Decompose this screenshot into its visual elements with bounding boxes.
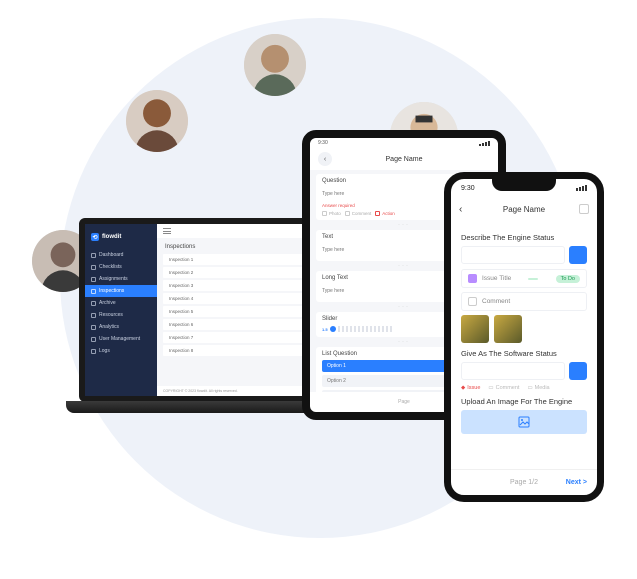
media-link[interactable]: ▭ Media bbox=[527, 385, 549, 391]
file-icon bbox=[91, 349, 96, 354]
sidebar-item-assignments[interactable]: Assignments bbox=[85, 273, 157, 285]
checkbox-icon[interactable] bbox=[345, 211, 350, 216]
page-title: Page Name bbox=[386, 156, 423, 163]
back-button[interactable]: ‹ bbox=[459, 204, 462, 215]
sidebar-item-archive[interactable]: Archive bbox=[85, 297, 157, 309]
sidebar-item-logs[interactable]: Logs bbox=[85, 345, 157, 357]
page-title: Page Name bbox=[503, 205, 545, 214]
signal-icon bbox=[479, 141, 490, 146]
clock-label: 9:30 bbox=[318, 140, 328, 146]
section-title: Upload An Image For The Engine bbox=[461, 397, 587, 406]
checkbox-icon[interactable] bbox=[322, 211, 327, 216]
status-badge bbox=[528, 278, 538, 280]
list-item[interactable]: Inspection 3 bbox=[163, 280, 321, 291]
section-title: Give As The Software Status bbox=[461, 349, 587, 358]
text-input[interactable] bbox=[322, 244, 450, 256]
logo-icon: ⟲ bbox=[91, 233, 99, 241]
phone-notch bbox=[492, 179, 556, 191]
list-item[interactable]: Inspection 1 bbox=[163, 254, 321, 265]
comment-row[interactable]: Comment bbox=[461, 292, 587, 311]
list-item[interactable]: Inspection 8 bbox=[163, 345, 321, 356]
list-item[interactable]: Inspection 2 bbox=[163, 267, 321, 278]
check-icon bbox=[91, 289, 96, 294]
brand-name: flowdit bbox=[102, 234, 121, 240]
phone-mockup: 9:30 ‹ Page Name Describe The Engine Sta… bbox=[444, 172, 604, 502]
meta-row: ◆ Issue ▭ Comment ▭ Media bbox=[461, 385, 587, 391]
comment-link[interactable]: ▭ Comment bbox=[488, 385, 519, 391]
sidebar: ⟲ flowdit Dashboard Checklists Assignmen… bbox=[85, 224, 157, 396]
clock-label: 9:30 bbox=[461, 185, 475, 192]
archive-icon bbox=[91, 301, 96, 306]
sidebar-item-checklists[interactable]: Checklists bbox=[85, 261, 157, 273]
action-button[interactable] bbox=[569, 362, 587, 380]
list-item[interactable]: Inspection 7 bbox=[163, 332, 321, 343]
folder-icon bbox=[91, 313, 96, 318]
page-header: ‹ Page Name bbox=[451, 197, 597, 221]
avatar bbox=[244, 34, 306, 96]
menu-icon[interactable] bbox=[163, 228, 171, 234]
avatar bbox=[126, 90, 188, 152]
thumbnail-row bbox=[461, 315, 587, 343]
status-badge: To Do bbox=[556, 275, 580, 283]
tag-icon bbox=[468, 274, 477, 283]
signal-icon bbox=[576, 185, 587, 191]
page-indicator: Page 1/2 bbox=[510, 479, 538, 486]
image-icon bbox=[518, 416, 530, 428]
issue-link[interactable]: ◆ Issue bbox=[461, 385, 480, 391]
chart-icon bbox=[91, 325, 96, 330]
action-button[interactable] bbox=[569, 246, 587, 264]
text-input[interactable] bbox=[461, 362, 565, 380]
sidebar-item-dashboard[interactable]: Dashboard bbox=[85, 249, 157, 261]
image-thumbnail[interactable] bbox=[494, 315, 522, 343]
app-logo: ⟲ flowdit bbox=[85, 230, 157, 249]
image-thumbnail[interactable] bbox=[461, 315, 489, 343]
grid-icon bbox=[91, 253, 96, 258]
checkbox-icon[interactable] bbox=[375, 211, 380, 216]
sidebar-item-user-management[interactable]: User Management bbox=[85, 333, 157, 345]
comment-icon bbox=[468, 297, 477, 306]
page-header: ‹ Page Name bbox=[310, 148, 498, 170]
upload-button[interactable] bbox=[461, 410, 587, 434]
sidebar-item-analytics[interactable]: Analytics bbox=[85, 321, 157, 333]
next-button[interactable]: Next > bbox=[566, 479, 587, 486]
status-bar: 9:30 bbox=[310, 138, 498, 148]
comment-label: Comment bbox=[482, 298, 510, 305]
list-item[interactable]: Inspection 5 bbox=[163, 306, 321, 317]
phone-footer: Page 1/2 Next > bbox=[451, 469, 597, 495]
section-title: Describe The Engine Status bbox=[461, 233, 587, 242]
user-icon bbox=[91, 337, 96, 342]
list-icon bbox=[91, 265, 96, 270]
back-button[interactable]: ‹ bbox=[318, 152, 332, 166]
list-item[interactable]: Inspection 4 bbox=[163, 293, 321, 304]
issue-label: Issue Title bbox=[482, 275, 511, 282]
sidebar-item-inspections[interactable]: Inspections bbox=[85, 285, 157, 297]
list-item[interactable]: Inspection 6 bbox=[163, 319, 321, 330]
sidebar-item-resources[interactable]: Resources bbox=[85, 309, 157, 321]
clipboard-icon bbox=[91, 277, 96, 282]
text-input[interactable] bbox=[461, 246, 565, 264]
bookmark-icon[interactable] bbox=[579, 204, 589, 214]
issue-row[interactable]: Issue Title To Do bbox=[461, 269, 587, 288]
